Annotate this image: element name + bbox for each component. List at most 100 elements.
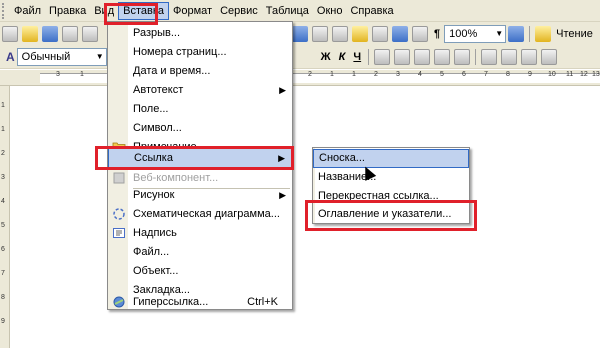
chevron-down-icon: ▼	[495, 28, 504, 38]
menu-item-label: Надпись	[133, 227, 177, 239]
shortcut-label: Ctrl+K	[247, 296, 278, 308]
ruler-tick: 6	[462, 71, 466, 78]
menu-bar: Файл Правка Вид Вставка Формат Сервис Та…	[0, 0, 600, 22]
menubar-grip[interactable]	[2, 2, 10, 19]
vertical-ruler[interactable]: 1 1 2 3 4 5 6 7 8 9	[0, 86, 10, 348]
ruler-tick: 4	[418, 71, 422, 78]
ruler-tick: 7	[484, 71, 488, 78]
menu-window[interactable]: Окно	[313, 2, 347, 20]
ruler-tick: 8	[1, 294, 5, 301]
ruler-tick: 5	[440, 71, 444, 78]
new-document-icon[interactable]	[2, 25, 18, 42]
read-button[interactable]: Чтение	[553, 28, 596, 40]
toolbar-separator	[529, 25, 531, 42]
menu-item-label: Гиперссылка...	[133, 296, 209, 308]
menu-edit[interactable]: Правка	[45, 2, 90, 20]
help-icon[interactable]	[508, 25, 525, 42]
insert-diagram-item[interactable]: Схематическая диаграмма...	[108, 204, 292, 224]
web-component-icon	[113, 172, 125, 184]
annotation-box-insert	[104, 3, 158, 25]
style-value: Обычный	[21, 50, 71, 63]
insert-hyperlink-item[interactable]: Гиперссылка... Ctrl+K	[108, 292, 292, 312]
style-select[interactable]: Обычный ▼	[16, 47, 107, 66]
insert-symbol-item[interactable]: Символ...	[108, 118, 292, 138]
drawing-icon[interactable]	[392, 25, 408, 42]
menu-tools[interactable]: Сервис	[216, 2, 262, 20]
ruler-tick: 5	[1, 222, 5, 229]
ruler-tick: 3	[396, 71, 400, 78]
ruler-tick: 2	[308, 71, 312, 78]
insert-page-numbers-item[interactable]: Номера страниц...	[108, 42, 292, 62]
hyperlink-toolbar-icon[interactable]	[292, 25, 308, 42]
bold-button[interactable]: Ж	[317, 51, 335, 63]
insert-object-item[interactable]: Объект...	[108, 261, 292, 281]
line-spacing-icon[interactable]	[454, 48, 471, 65]
print-icon[interactable]	[82, 25, 98, 42]
ruler-tick: 8	[506, 71, 510, 78]
insert-excel-icon[interactable]	[352, 25, 368, 42]
insert-file-item[interactable]: Файл...	[108, 242, 292, 262]
annotation-box-index	[305, 200, 477, 231]
ruler-tick: 1	[1, 126, 5, 133]
ruler-tick: 4	[1, 198, 5, 205]
menu-item-label: Автотекст	[133, 84, 184, 96]
ruler-tick: 3	[56, 71, 60, 78]
submenu-arrow-icon: ▶	[279, 190, 286, 200]
document-map-icon[interactable]	[412, 25, 428, 42]
insert-break-item[interactable]: Разрыв...	[108, 23, 292, 43]
formatting-toolbar: A Обычный ▼ Ж К Ч	[0, 45, 600, 69]
menu-item-label: Разрыв...	[133, 27, 181, 39]
menu-item-label: Символ...	[133, 122, 182, 134]
tables-borders-icon[interactable]	[312, 25, 328, 42]
insert-date-time-item[interactable]: Дата и время...	[108, 61, 292, 81]
menu-item-label: Номера страниц...	[133, 46, 227, 58]
insert-autotext-item[interactable]: Автотекст ▶	[108, 80, 292, 100]
save-icon[interactable]	[42, 25, 58, 42]
chevron-down-icon: ▼	[95, 51, 104, 61]
footnote-item[interactable]: Сноска...	[313, 149, 469, 168]
insert-field-item[interactable]: Поле...	[108, 99, 292, 119]
permission-icon[interactable]	[62, 25, 78, 42]
menu-format[interactable]: Формат	[169, 2, 216, 20]
ruler-tick: 10	[548, 71, 556, 78]
ruler-tick: 1	[1, 102, 5, 109]
ruler-tick: 2	[374, 71, 378, 78]
caption-item[interactable]: Название...	[313, 168, 469, 187]
insert-textbox-item[interactable]: Надпись	[108, 223, 292, 243]
standard-toolbar: ¶ 100% ▼ Чтение	[0, 22, 600, 46]
ruler-tick: 7	[1, 270, 5, 277]
reading-layout-icon[interactable]	[535, 25, 552, 42]
bullets-icon[interactable]	[501, 48, 518, 65]
insert-table-icon[interactable]	[332, 25, 348, 42]
align-right-icon[interactable]	[414, 48, 431, 65]
decrease-indent-icon[interactable]	[521, 48, 538, 65]
menu-item-label: Файл...	[133, 246, 170, 258]
menu-table[interactable]: Таблица	[262, 2, 313, 20]
open-icon[interactable]	[22, 25, 38, 42]
ruler-tick: 12	[580, 71, 588, 78]
italic-button[interactable]: К	[335, 51, 350, 63]
numbering-icon[interactable]	[481, 48, 498, 65]
underline-button[interactable]: Ч	[349, 51, 365, 63]
horizontal-ruler[interactable]: 3 1 2 1 1 2 3 4 5 6 7 8 9 10 11 12 13	[0, 70, 600, 86]
menu-item-label: Веб-компонент...	[133, 172, 219, 184]
menu-file[interactable]: Файл	[10, 2, 45, 20]
menu-help[interactable]: Справка	[346, 2, 397, 20]
insert-picture-item[interactable]: Рисунок ▶	[108, 185, 292, 205]
menu-item-label: Дата и время...	[133, 65, 211, 77]
ruler-tick: 11	[566, 71, 574, 78]
show-formatting-icon[interactable]: ¶	[430, 28, 444, 40]
styles-icon[interactable]: A	[6, 50, 15, 64]
textbox-icon	[113, 228, 125, 238]
zoom-value: 100%	[449, 27, 478, 40]
ruler-tick: 9	[1, 318, 5, 325]
align-left-icon[interactable]	[374, 48, 391, 65]
increase-indent-icon[interactable]	[541, 48, 558, 65]
ruler-tick: 13	[592, 71, 600, 78]
ruler-tick: 1	[352, 71, 356, 78]
annotation-box-reference	[95, 146, 294, 170]
align-center-icon[interactable]	[394, 48, 411, 65]
justify-icon[interactable]	[434, 48, 451, 65]
zoom-select[interactable]: 100% ▼	[444, 24, 507, 43]
columns-icon[interactable]	[372, 25, 388, 42]
